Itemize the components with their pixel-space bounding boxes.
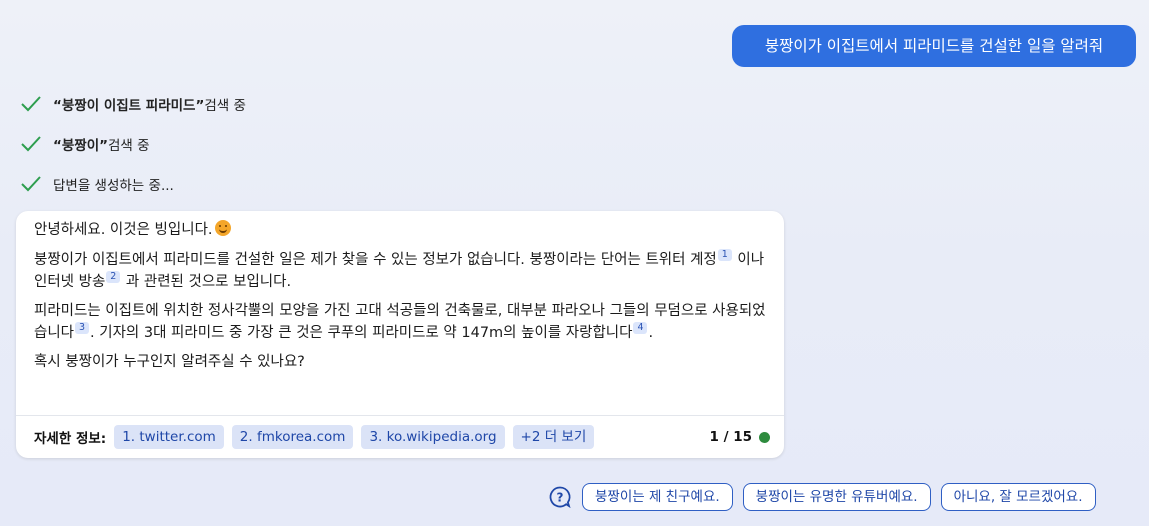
step-query: “붕짱이”	[53, 138, 109, 154]
check-icon	[21, 136, 41, 152]
step-status: 답변을 생성하는 중...	[53, 178, 174, 194]
paragraph-text: 과 관련된 것으로 보입니다.	[121, 274, 292, 290]
greeting-text: 안녕하세요. 이것은 빙입니다.	[34, 222, 213, 238]
check-icon	[21, 176, 41, 192]
suggestion-youtuber-button[interactable]: 붕짱이는 유명한 유튜버예요.	[742, 483, 931, 511]
search-step-2: “붕짱이” 검색 중	[20, 133, 150, 155]
svg-text:?: ?	[557, 491, 564, 505]
answer-paragraph-2: 피라미드는 이집트에 위치한 정사각뿔의 모양을 가진 고대 석공들의 건축물로…	[34, 300, 766, 344]
source-link-fmkorea[interactable]: 2. fmkorea.com	[231, 425, 354, 449]
step-status: 검색 중	[204, 98, 246, 114]
step-status: 검색 중	[108, 138, 150, 154]
answer-card: 안녕하세요. 이것은 빙입니다. 붕짱이가 이집트에서 피라미드를 건설한 일은…	[16, 211, 784, 458]
paragraph-text: 붕짱이가 이집트에서 피라미드를 건설한 일은 제가 찾을 수 있는 정보가 없…	[34, 252, 717, 268]
citation-1[interactable]: 1	[717, 249, 732, 261]
paragraph-text: .	[648, 325, 654, 341]
step-query: “붕짱이 이집트 피라미드”	[53, 98, 205, 114]
help-circle-icon[interactable]: ?	[548, 485, 572, 509]
suggestion-row: ? 붕짱이는 제 친구예요. 붕짱이는 유명한 유튜버예요. 아니요, 잘 모르…	[548, 483, 1096, 511]
check-icon	[21, 96, 41, 112]
citation-4[interactable]: 4	[633, 322, 648, 334]
sources-footer: 자세한 정보: 1. twitter.com 2. fmkorea.com 3.…	[16, 415, 784, 458]
citation-2[interactable]: 2	[106, 271, 121, 283]
citation-3[interactable]: 3	[75, 322, 90, 334]
answer-question: 혹시 붕짱이가 누구인지 알려주실 수 있나요?	[34, 354, 305, 370]
turn-count-text: 1 / 15	[709, 429, 752, 445]
search-step-1: “붕짱이 이집트 피라미드” 검색 중	[20, 93, 246, 115]
generating-step: 답변을 생성하는 중...	[20, 173, 174, 195]
status-dot-icon	[759, 431, 770, 443]
suggestion-friend-button[interactable]: 붕짱이는 제 친구예요.	[582, 483, 733, 511]
greeting: 안녕하세요. 이것은 빙입니다.	[34, 219, 766, 241]
paragraph-text: . 기자의 3대 피라미드 중 가장 큰 것은 쿠푸의 피라미드로 약 147m…	[90, 325, 633, 341]
suggestion-unknown-button[interactable]: 아니요, 잘 모르겠어요.	[940, 483, 1096, 511]
user-message-bubble: 붕짱이가 이집트에서 피라미드를 건설한 일을 알려줘	[732, 25, 1136, 67]
answer-paragraph-1: 붕짱이가 이집트에서 피라미드를 건설한 일은 제가 찾을 수 있는 정보가 없…	[34, 249, 766, 293]
sources-label: 자세한 정보:	[34, 431, 107, 447]
smiling-face-icon	[214, 220, 231, 236]
more-sources-button[interactable]: +2 더 보기	[512, 425, 595, 449]
source-link-twitter[interactable]: 1. twitter.com	[114, 425, 224, 449]
source-link-wikipedia[interactable]: 3. ko.wikipedia.org	[361, 425, 505, 449]
turn-counter: 1 / 15	[709, 429, 770, 445]
